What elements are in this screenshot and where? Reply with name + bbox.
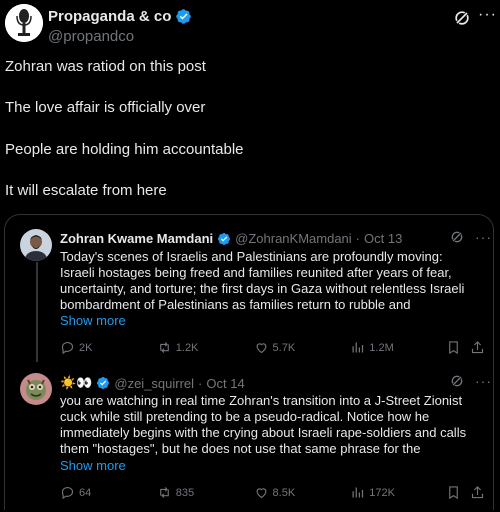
show-more-link[interactable]: Show more (60, 458, 126, 473)
reply-text: you are watching in real time Zohran's t… (60, 393, 467, 456)
reply-button[interactable]: 2K (60, 340, 157, 355)
grok-icon[interactable] (452, 8, 472, 28)
reply-icon (61, 341, 74, 355)
more-options-icon[interactable]: ··· (475, 373, 492, 389)
like-count: 5.7K (272, 341, 296, 354)
share-icon (471, 341, 484, 354)
views-button[interactable]: 1.2M (350, 340, 446, 355)
post-text-line-4: It will escalate from here (5, 182, 167, 199)
views-icon (352, 487, 364, 498)
post-text-line-2: The love affair is officially over (5, 99, 206, 116)
views-icon (352, 342, 364, 353)
reply-date[interactable]: Oct 14 (206, 376, 244, 391)
heart-icon (256, 343, 266, 354)
bookmark-icon (449, 341, 458, 355)
author-handle[interactable]: @propandco (48, 28, 134, 45)
repost-count: 835 (175, 486, 195, 499)
bookmark-icon (449, 486, 458, 500)
show-more-link[interactable]: Show more (60, 313, 126, 328)
post-text-line-1: Zohran was ratiod on this post (5, 58, 206, 75)
share-icon (471, 486, 484, 499)
quoted-author-handle[interactable]: @ZohranKMamdani (235, 231, 352, 246)
repost-icon (159, 487, 169, 498)
quoted-author-name[interactable]: Zohran Kwame Mamdani (60, 231, 213, 246)
grok-icon[interactable] (449, 229, 465, 245)
heart-icon (256, 488, 266, 499)
quoted-date[interactable]: Oct 13 (364, 231, 402, 246)
separator-dot: · (198, 375, 203, 391)
reply-count: 64 (79, 486, 92, 499)
post-header: Propaganda & co @propandco ··· (0, 0, 500, 52)
like-count: 8.5K (272, 486, 296, 499)
share-button[interactable] (470, 340, 485, 355)
bookmark-button[interactable] (446, 485, 470, 500)
more-options-icon[interactable]: ··· (475, 229, 492, 245)
verified-badge-icon (97, 377, 110, 389)
avatar[interactable] (5, 4, 43, 42)
grok-icon[interactable] (449, 373, 465, 389)
reply-author-avatar[interactable] (20, 373, 52, 405)
post-text-line-3: People are holding him accountable (5, 141, 244, 158)
verified-badge-icon (218, 232, 231, 245)
views-button[interactable]: 172K (350, 485, 446, 500)
bookmark-button[interactable] (446, 340, 470, 355)
reply-button[interactable]: 64 (60, 485, 157, 500)
quoted-text: Today's scenes of Israelis and Palestini… (60, 249, 465, 312)
more-options-icon[interactable]: ··· (478, 6, 497, 24)
reply-author-handle[interactable]: @zei_squirrel (114, 376, 194, 391)
views-count: 1.2M (369, 341, 394, 354)
reply-count: 2K (79, 341, 93, 354)
repost-count: 1.2K (175, 341, 199, 354)
author-name[interactable]: Propaganda & co (48, 8, 171, 25)
repost-button[interactable]: 835 (157, 485, 254, 500)
views-count: 172K (369, 486, 395, 499)
reply-icon (61, 486, 74, 500)
share-button[interactable] (470, 485, 485, 500)
thread-connector (36, 262, 38, 362)
like-button[interactable]: 5.7K (254, 340, 351, 355)
like-button[interactable]: 8.5K (254, 485, 351, 500)
repost-icon (159, 342, 169, 353)
repost-button[interactable]: 1.2K (157, 340, 254, 355)
verified-badge-icon (176, 9, 192, 24)
separator-dot: · (355, 231, 361, 246)
reply-author-name[interactable]: ☀️👀 (60, 375, 92, 391)
quoted-author-avatar[interactable] (20, 229, 52, 261)
